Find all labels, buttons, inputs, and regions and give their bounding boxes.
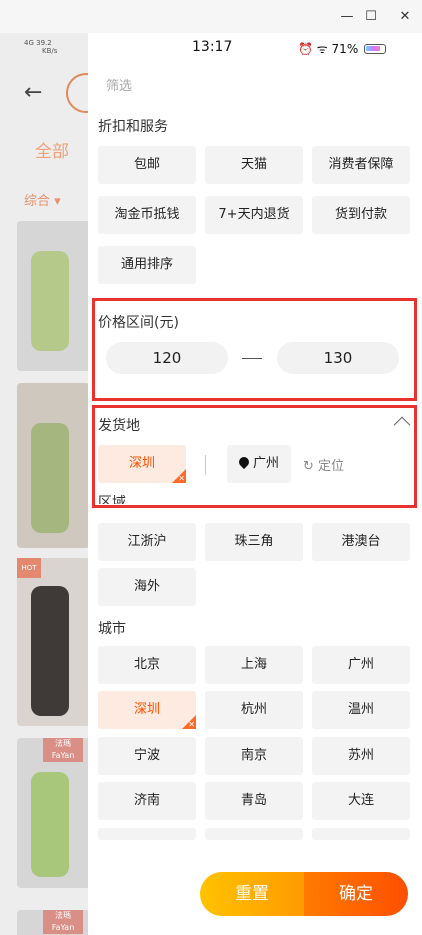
tab-all[interactable]: 全部 (35, 137, 69, 162)
minimize-icon[interactable]: — (337, 8, 357, 26)
remove-icon[interactable]: ✕ (178, 475, 185, 483)
city-suzhou[interactable]: 苏州 (312, 737, 410, 775)
clock: 13:17 (192, 39, 233, 55)
reset-button[interactable]: 重置 (200, 872, 304, 916)
region-pearl-delta[interactable]: 珠三角 (205, 523, 303, 561)
city-dalian[interactable]: 大连 (312, 782, 410, 820)
city-nanjing[interactable]: 南京 (205, 737, 303, 775)
city-guangzhou[interactable]: 广州 (312, 646, 410, 684)
city-beijing[interactable]: 北京 (98, 646, 196, 684)
option-tmall[interactable]: 天猫 (205, 146, 303, 184)
hot-badge: HOT (17, 558, 41, 578)
brand-badge: 法瑪 FaYan (43, 738, 83, 762)
alarm-wifi-icon: ⏰ ᯤ (298, 42, 328, 56)
city-wenzhou[interactable]: 温州 (312, 691, 410, 729)
confirm-button[interactable]: 确定 (304, 872, 408, 916)
product-card[interactable]: HOT (17, 558, 90, 726)
option-coin-discount[interactable]: 淘金币抵钱 (98, 196, 196, 234)
city-shenzhen[interactable]: 深圳 ✕ (98, 691, 196, 729)
status-bar: 13:17 ⏰ ᯤ 71% (88, 33, 422, 63)
network-status: 4G 39.2 KB/s (24, 39, 58, 55)
option-cash-on-delivery[interactable]: 货到付款 (312, 196, 410, 234)
city-partial[interactable] (205, 828, 303, 840)
region-hk-macau-tw[interactable]: 港澳台 (312, 523, 410, 561)
option-free-shipping[interactable]: 包邮 (98, 146, 196, 184)
option-consumer-protection[interactable]: 消费者保障 (312, 146, 410, 184)
region-jiangzhehu[interactable]: 江浙沪 (98, 523, 196, 561)
city-qingdao[interactable]: 青岛 (205, 782, 303, 820)
city-ningbo[interactable]: 宁波 (98, 737, 196, 775)
battery-level: 71% (331, 42, 359, 56)
product-card[interactable]: 法瑪 FaYan (17, 738, 90, 888)
brand-badge: 法瑪 FaYan (43, 910, 83, 934)
status-icons: ⏰ ᯤ 71% (298, 40, 387, 57)
product-card[interactable] (17, 383, 90, 548)
battery-icon (364, 44, 387, 54)
panel-title: 筛选 (106, 79, 133, 94)
city-jinan[interactable]: 济南 (98, 782, 196, 820)
background-app: 4G 39.2 KB/s ← 全部 综合 ▾ HOT 法瑪 FaYan 法瑪 F… (0, 33, 90, 935)
option-general-sort[interactable]: 通用排序 (98, 246, 196, 284)
city-hangzhou[interactable]: 杭州 (205, 691, 303, 729)
window-titlebar: — ☐ ✕ (0, 0, 422, 33)
city-partial[interactable] (98, 828, 196, 840)
city-section-title: 城市 (98, 621, 126, 637)
region-overseas[interactable]: 海外 (98, 568, 196, 606)
maximize-icon[interactable]: ☐ (361, 8, 381, 26)
search-circle[interactable] (66, 73, 90, 113)
product-card[interactable] (17, 221, 90, 371)
discount-section-title: 折扣和服务 (98, 119, 168, 135)
product-card[interactable]: 法瑪 FaYan (17, 910, 90, 935)
remove-icon[interactable]: ✕ (188, 721, 195, 729)
highlight-box-price (92, 298, 417, 401)
sort-dropdown[interactable]: 综合 ▾ (24, 190, 61, 209)
city-shanghai[interactable]: 上海 (205, 646, 303, 684)
highlight-box-ship (92, 405, 417, 508)
back-arrow-icon[interactable]: ← (24, 80, 42, 105)
city-partial[interactable] (312, 828, 410, 840)
close-icon[interactable]: ✕ (395, 8, 415, 26)
option-7day-return[interactable]: 7+天内退货 (205, 196, 303, 234)
